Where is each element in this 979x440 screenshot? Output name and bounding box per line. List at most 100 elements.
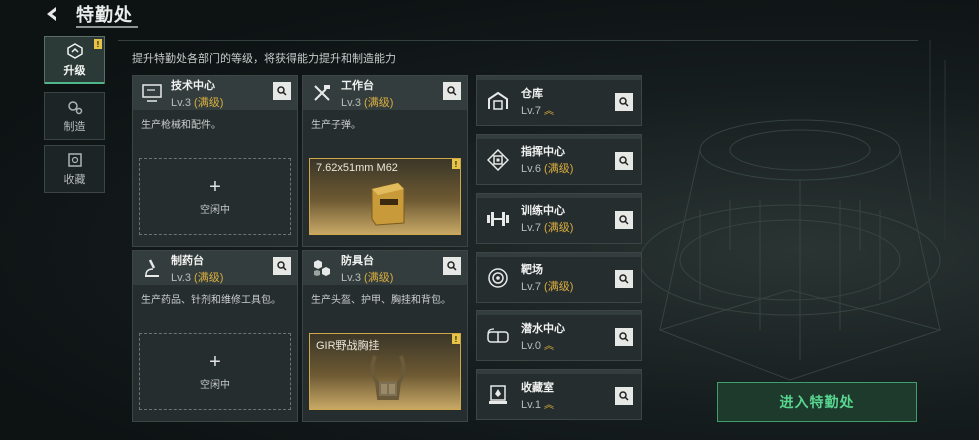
- card-name: 潜水中心: [521, 322, 565, 335]
- search-icon: [277, 261, 287, 271]
- search-icon: [277, 86, 287, 96]
- diving-mask-icon: [483, 321, 513, 351]
- header: 特勤处: [40, 0, 133, 28]
- card-name: 仓库: [521, 87, 543, 100]
- search-button[interactable]: [615, 270, 633, 288]
- search-button[interactable]: [615, 211, 633, 229]
- display-case-icon: [483, 380, 513, 410]
- upgrade-icon: [66, 42, 83, 59]
- gear-icon: [67, 100, 82, 114]
- search-icon: [619, 97, 629, 107]
- upgrade-arrow-icon: ︽: [544, 105, 555, 117]
- search-button[interactable]: [615, 387, 633, 405]
- armor-cubes-icon: [307, 253, 337, 283]
- card-name: 工作台: [341, 79, 374, 92]
- idle-label: 空闲中: [200, 205, 230, 216]
- card-level: Lv.3 (满级): [341, 96, 394, 109]
- card-header: 技术中心 Lv.3 (满级): [133, 76, 297, 110]
- card-level: Lv.7 (满级): [521, 281, 574, 293]
- card-level: Lv.3 (满级): [171, 96, 224, 109]
- card-level: Lv.0 ︽: [521, 339, 555, 352]
- card-header: 工作台 Lv.3 (满级): [303, 76, 467, 110]
- card-name: 靶场: [521, 264, 543, 276]
- command-chip-icon: [483, 145, 513, 175]
- department-card-shooting-range[interactable]: 靶场 Lv.7 (满级): [476, 252, 642, 303]
- production-slot[interactable]: 7.62x51mm M62 !: [309, 158, 461, 235]
- card-name: 技术中心: [171, 79, 215, 92]
- search-icon: [619, 332, 629, 342]
- search-button[interactable]: [443, 82, 461, 100]
- search-button[interactable]: [615, 93, 633, 111]
- idle-slot[interactable]: + 空闲中: [139, 333, 291, 410]
- divider: [118, 40, 918, 41]
- card-name: 训练中心: [521, 205, 565, 217]
- search-button[interactable]: [273, 257, 291, 275]
- card-name: 收藏室: [521, 381, 554, 394]
- target-icon: [483, 263, 513, 293]
- idle-label: 空闲中: [200, 380, 230, 391]
- nav-label: 收藏: [63, 173, 86, 186]
- card-level: Lv.7 (满级): [521, 222, 574, 234]
- idle-slot[interactable]: + 空闲中: [139, 158, 291, 235]
- plus-icon: +: [209, 176, 221, 198]
- department-card-command-center[interactable]: 指挥中心 Lv.6 (满级): [476, 134, 642, 185]
- upgrade-arrow-icon: ︽: [544, 340, 555, 352]
- ammo-box-icon: [371, 182, 405, 226]
- card-level: Lv.3 (满级): [341, 271, 394, 284]
- search-icon: [619, 391, 629, 401]
- search-button[interactable]: [273, 82, 291, 100]
- card-header: 防具台 Lv.3 (满级): [303, 251, 467, 285]
- search-icon: [447, 261, 457, 271]
- chest-rig-icon: [370, 355, 406, 400]
- computer-icon: [137, 78, 167, 108]
- tools-icon: [307, 78, 337, 108]
- card-name: 防具台: [341, 254, 374, 267]
- production-slot[interactable]: GIR野战胸挂 !: [309, 333, 461, 410]
- search-button[interactable]: [615, 152, 633, 170]
- department-card-armor[interactable]: 防具台 Lv.3 (满级) 生产头盔、护甲、胸挂和背包。 GIR野战胸挂 !: [302, 250, 468, 422]
- nav-label: 升级: [63, 64, 86, 77]
- back-arrow-icon[interactable]: [40, 2, 64, 26]
- dumbbell-icon: [483, 204, 513, 234]
- product-name: GIR野战胸挂: [316, 340, 380, 352]
- ready-badge: !: [452, 334, 460, 344]
- page-title: 特勤处: [76, 5, 133, 25]
- nav-upgrade[interactable]: ! 升级: [44, 36, 105, 84]
- department-card-pharmacy[interactable]: 制药台 Lv.3 (满级) 生产药品、针剂和维修工具包。 + 空闲中: [132, 250, 298, 422]
- card-description: 生产头盔、护甲、胸挂和背包。: [311, 295, 451, 306]
- card-description: 生产药品、针剂和维修工具包。: [141, 295, 281, 306]
- title-underline: [76, 26, 138, 28]
- department-card-collection-room[interactable]: 收藏室 Lv.1 ︽: [476, 369, 642, 420]
- search-icon: [619, 274, 629, 284]
- nav-collection[interactable]: 收藏: [44, 145, 105, 193]
- card-level: Lv.3 (满级): [171, 271, 224, 284]
- card-name: 指挥中心: [521, 146, 565, 158]
- collection-box-icon: [67, 152, 82, 167]
- department-card-workbench[interactable]: 工作台 Lv.3 (满级) 生产子弹。 7.62x51mm M62 !: [302, 75, 468, 247]
- page-subtitle: 提升特勤处各部门的等级，将获得能力提升和制造能力: [132, 53, 396, 65]
- department-card-tech-center[interactable]: 技术中心 Lv.3 (满级) 生产枪械和配件。 + 空闲中: [132, 75, 298, 247]
- card-description: 生产枪械和配件。: [141, 120, 221, 131]
- warehouse-icon: [483, 86, 513, 116]
- microscope-icon: [137, 253, 167, 283]
- card-level: Lv.6 (满级): [521, 163, 574, 175]
- card-description: 生产子弹。: [311, 120, 361, 131]
- search-icon: [447, 86, 457, 96]
- card-level: Lv.1 ︽: [521, 398, 555, 411]
- search-icon: [619, 215, 629, 225]
- nav-label: 制造: [63, 120, 86, 133]
- department-card-warehouse[interactable]: 仓库 Lv.7 ︽: [476, 75, 642, 126]
- upgrade-arrow-icon: ︽: [544, 399, 555, 411]
- nav-alert-badge: !: [94, 39, 102, 49]
- department-card-diving-center[interactable]: 潜水中心 Lv.0 ︽: [476, 310, 642, 361]
- enter-special-ops-button[interactable]: 进入特勤处: [717, 382, 917, 422]
- card-level: Lv.7 ︽: [521, 104, 555, 117]
- search-button[interactable]: [443, 257, 461, 275]
- nav-craft[interactable]: 制造: [44, 92, 105, 140]
- search-button[interactable]: [615, 328, 633, 346]
- ready-badge: !: [452, 159, 460, 169]
- department-card-training-center[interactable]: 训练中心 Lv.7 (满级): [476, 193, 642, 244]
- search-icon: [619, 156, 629, 166]
- plus-icon: +: [209, 351, 221, 373]
- product-name: 7.62x51mm M62: [316, 162, 398, 174]
